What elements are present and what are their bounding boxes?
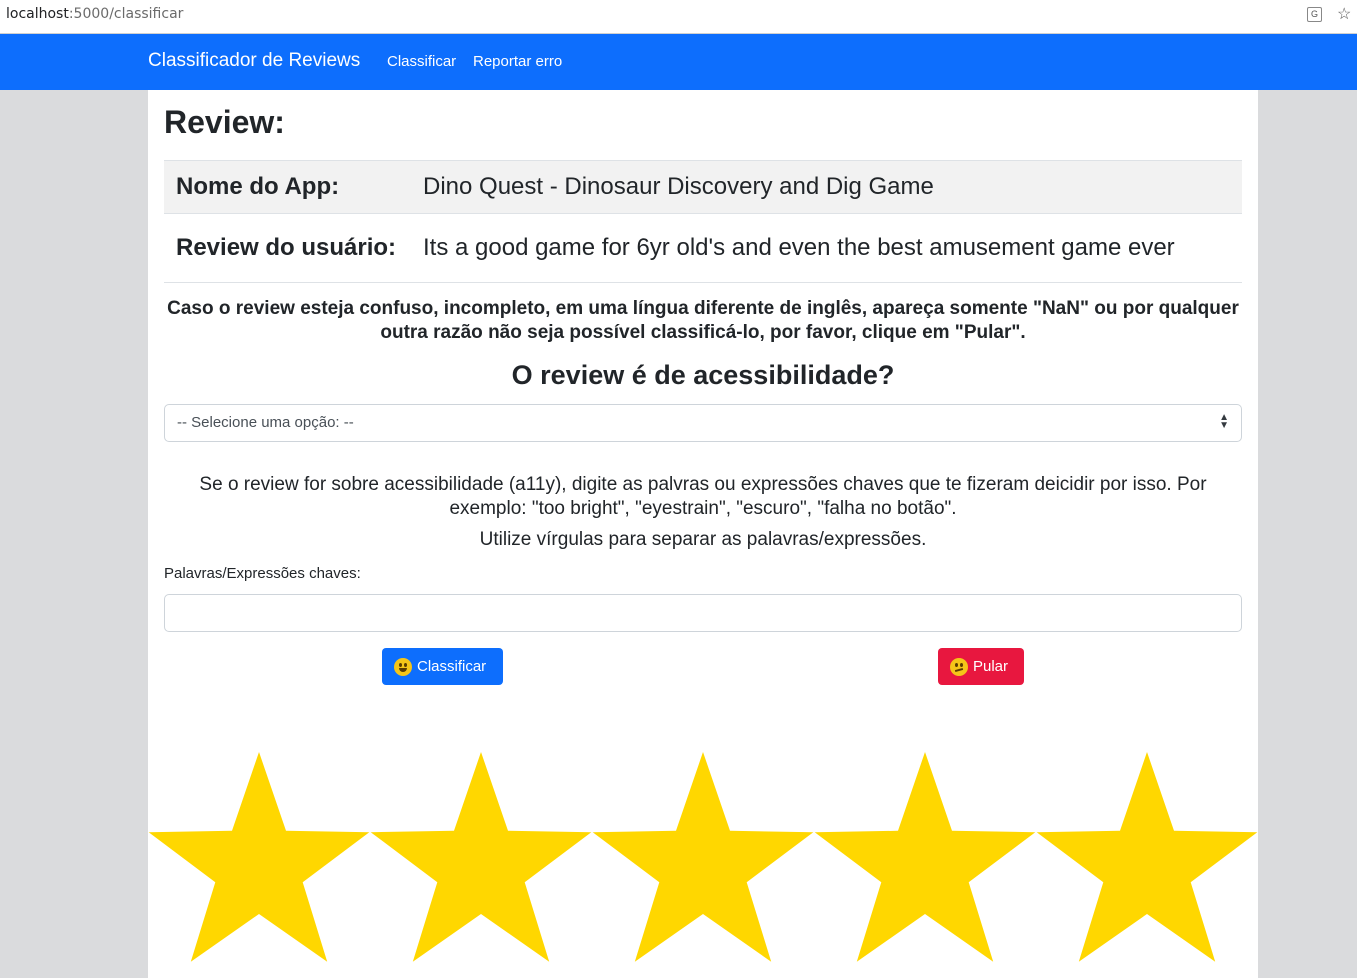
keywords-help-text: Se o review for sobre acessibilidade (a1… xyxy=(199,474,1207,519)
url-text[interactable]: localhost:5000/classificar xyxy=(6,6,183,22)
accessibility-select[interactable]: -- Selecione uma opção: -- ▲ ▼ xyxy=(164,404,1242,442)
rating-stars xyxy=(148,752,1258,962)
accessibility-question: O review é de acessibilidade? xyxy=(511,360,895,390)
star-icon xyxy=(592,752,814,962)
table-row: Nome do App: Dino Quest - Dinosaur Disco… xyxy=(164,160,1242,214)
bookmark-star-icon[interactable]: ☆ xyxy=(1337,4,1351,24)
url-path: :5000/classificar xyxy=(68,6,184,22)
app-name-label: Nome do App: xyxy=(164,160,411,214)
classify-button-label: Classificar xyxy=(417,658,487,675)
smiling-emoji-icon xyxy=(394,657,412,676)
user-review-label: Review do usuário: xyxy=(164,213,411,283)
user-review-value: Its a good game for 6yr old's and even t… xyxy=(411,213,1242,283)
skip-notice: Caso o review esteja confuso, incompleto… xyxy=(167,298,1239,343)
star-icon xyxy=(814,752,1036,962)
app-name-value: Dino Quest - Dinosaur Discovery and Dig … xyxy=(411,160,1242,214)
review-info-table: Nome do App: Dino Quest - Dinosaur Disco… xyxy=(164,160,1242,283)
nav-link-reportar-erro[interactable]: Reportar erro xyxy=(473,53,562,70)
select-selected-value: -- Selecione uma opção: -- xyxy=(177,414,354,431)
table-row: Review do usuário: Its a good game for 6… xyxy=(164,213,1242,283)
nav-link-classificar[interactable]: Classificar xyxy=(387,53,456,70)
star-icon xyxy=(370,752,592,962)
keywords-separator-help: Utilize vírgulas para separar as palavra… xyxy=(479,529,927,550)
translate-icon[interactable]: G xyxy=(1307,7,1322,22)
classify-button[interactable]: Classificar xyxy=(382,648,503,685)
star-icon xyxy=(1036,752,1258,962)
browser-address-bar[interactable]: localhost:5000/classificar G ☆ xyxy=(0,0,1357,34)
navbar-brand[interactable]: Classificador de Reviews xyxy=(148,50,360,72)
confused-emoji-icon xyxy=(950,657,968,676)
main-container: Review: Nome do App: Dino Quest - Dinosa… xyxy=(148,90,1258,978)
navbar: Classificador de Reviews Classificar Rep… xyxy=(0,34,1357,90)
select-arrows-icon: ▲ ▼ xyxy=(1219,412,1229,431)
page-title: Review: xyxy=(164,104,285,140)
keywords-input[interactable] xyxy=(164,594,1242,632)
star-icon xyxy=(148,752,370,962)
skip-button-label: Pular xyxy=(973,658,1009,675)
keywords-label: Palavras/Expressões chaves: xyxy=(164,565,361,582)
skip-button[interactable]: Pular xyxy=(938,648,1024,685)
url-host: localhost xyxy=(6,6,69,22)
